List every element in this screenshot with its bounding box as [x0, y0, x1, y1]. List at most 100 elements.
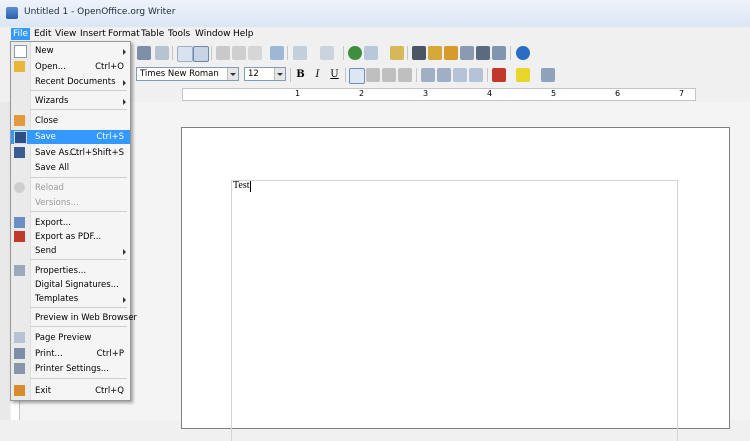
menu-item-label: Open...	[35, 62, 66, 72]
background-color-icon[interactable]	[541, 68, 555, 82]
menu-item-preview-web-browser[interactable]: Preview in Web Browser	[11, 311, 137, 325]
menu-item-wizards[interactable]: Wizards	[11, 94, 130, 108]
hyperlink-icon[interactable]	[348, 46, 362, 60]
menu-item-label: Send	[35, 246, 57, 256]
find-replace-icon[interactable]	[412, 46, 426, 60]
menu-window[interactable]: Window	[193, 28, 233, 40]
font-color-icon[interactable]	[492, 68, 506, 82]
menu-table[interactable]: Table	[139, 28, 166, 40]
bullets-icon[interactable]	[437, 68, 451, 82]
menu-help[interactable]: Help	[231, 28, 256, 40]
menu-item-label: Reload	[35, 183, 64, 193]
spellcheck-icon[interactable]	[177, 46, 193, 62]
copy-icon[interactable]	[232, 46, 246, 60]
exit-icon	[14, 385, 25, 396]
bold-button[interactable]: B	[294, 68, 307, 82]
numbering-icon[interactable]	[421, 68, 435, 82]
font-size-combo[interactable]: 12	[244, 67, 286, 81]
ruler-mark: 2	[359, 89, 365, 98]
properties-icon	[14, 265, 25, 276]
menu-item-close[interactable]: Close	[11, 114, 130, 128]
menu-item-save[interactable]: Save Ctrl+S	[11, 130, 130, 144]
menu-item-export[interactable]: Export...	[11, 216, 130, 230]
save-icon	[14, 131, 27, 144]
menu-item-label: Templates	[35, 294, 79, 304]
show-draw-functions-icon[interactable]	[390, 46, 404, 60]
print-direct-icon[interactable]	[137, 46, 151, 60]
menu-edit[interactable]: Edit	[32, 28, 53, 40]
menu-item-save-as[interactable]: Save As... Ctrl+Shift+S	[11, 146, 130, 160]
align-right-icon[interactable]	[382, 68, 396, 82]
align-center-icon[interactable]	[366, 68, 380, 82]
horizontal-ruler[interactable]: 1 2 3 4 5 6 7	[182, 88, 696, 101]
menu-item-label: New	[35, 46, 54, 56]
menu-item-label: Close	[35, 116, 59, 126]
chevron-down-icon[interactable]	[227, 68, 238, 80]
submenu-arrow-icon	[123, 80, 126, 86]
menu-item-page-preview[interactable]: Page Preview	[11, 331, 130, 345]
cut-icon[interactable]	[216, 46, 230, 60]
menu-item-save-all[interactable]: Save All	[11, 161, 130, 175]
redo-icon[interactable]	[320, 46, 334, 60]
toolbar-separator	[211, 46, 212, 60]
menu-format[interactable]: Format	[106, 28, 142, 40]
navigator-icon[interactable]	[428, 46, 442, 60]
justify-icon[interactable]	[398, 68, 412, 82]
menu-item-exit[interactable]: Exit Ctrl+Q	[11, 384, 130, 398]
menu-item-recent-documents[interactable]: Recent Documents	[11, 75, 130, 89]
paste-icon[interactable]	[248, 46, 262, 60]
clone-formatting-icon[interactable]	[270, 46, 284, 60]
increase-indent-icon[interactable]	[469, 68, 483, 82]
page-preview-toolbar-icon[interactable]	[155, 46, 169, 60]
save-as-icon	[14, 147, 25, 158]
menu-item-label: Export as PDF...	[35, 232, 102, 242]
underline-button[interactable]: U	[328, 68, 341, 82]
decrease-indent-icon[interactable]	[453, 68, 467, 82]
menu-item-label: Exit	[35, 386, 52, 396]
table-icon[interactable]	[364, 46, 378, 60]
menu-separator	[31, 177, 127, 178]
menu-item-label: Digital Signatures...	[35, 280, 119, 290]
menu-view[interactable]: View	[53, 28, 78, 40]
menu-item-open[interactable]: Open... Ctrl+O	[11, 60, 130, 74]
help-icon[interactable]	[516, 46, 530, 60]
align-left-icon[interactable]	[349, 68, 365, 84]
file-menu-dropdown: New Open... Ctrl+O Recent Documents Wiza…	[10, 41, 137, 401]
menu-item-printer-settings[interactable]: Printer Settings...	[11, 362, 130, 376]
gallery-icon[interactable]	[444, 46, 458, 60]
menu-item-export-pdf[interactable]: Export as PDF...	[11, 230, 130, 244]
formatting-marks-icon[interactable]	[476, 46, 490, 60]
menu-item-print[interactable]: Print... Ctrl+P	[11, 347, 130, 361]
font-size-value: 12	[248, 69, 259, 79]
zoom-icon[interactable]	[492, 46, 506, 60]
toolbar-separator	[345, 68, 346, 82]
ruler-mark: 7	[679, 89, 685, 98]
menu-tools[interactable]: Tools	[166, 28, 192, 40]
printer-settings-icon	[14, 363, 25, 374]
font-name-combo[interactable]: Times New Roman	[136, 67, 239, 81]
menu-item-send[interactable]: Send	[11, 244, 130, 258]
autospellcheck-icon[interactable]	[193, 46, 209, 62]
menu-separator	[31, 90, 127, 91]
menu-item-reload: Reload	[11, 181, 130, 195]
document-text[interactable]: Test	[233, 180, 250, 191]
menu-item-shortcut: Ctrl+Shift+S	[69, 148, 124, 158]
menu-item-digital-signatures[interactable]: Digital Signatures...	[11, 278, 130, 292]
menu-item-shortcut: Ctrl+P	[96, 349, 124, 359]
print-icon	[14, 348, 25, 359]
left-border	[0, 102, 10, 420]
menu-item-label: Properties...	[35, 266, 87, 276]
data-sources-icon[interactable]	[460, 46, 474, 60]
menu-item-properties[interactable]: Properties...	[11, 264, 130, 278]
chevron-down-icon[interactable]	[274, 68, 285, 80]
menu-item-label: Export...	[35, 218, 71, 228]
menu-item-label: Save All	[35, 163, 70, 173]
undo-icon[interactable]	[293, 46, 307, 60]
menu-insert[interactable]: Insert	[78, 28, 108, 40]
italic-button[interactable]: I	[311, 68, 324, 82]
menu-item-templates[interactable]: Templates	[11, 292, 130, 306]
menu-file[interactable]: File	[11, 28, 31, 40]
menu-item-new[interactable]: New	[11, 44, 130, 58]
submenu-arrow-icon	[123, 99, 126, 105]
highlighting-icon[interactable]	[516, 68, 530, 82]
